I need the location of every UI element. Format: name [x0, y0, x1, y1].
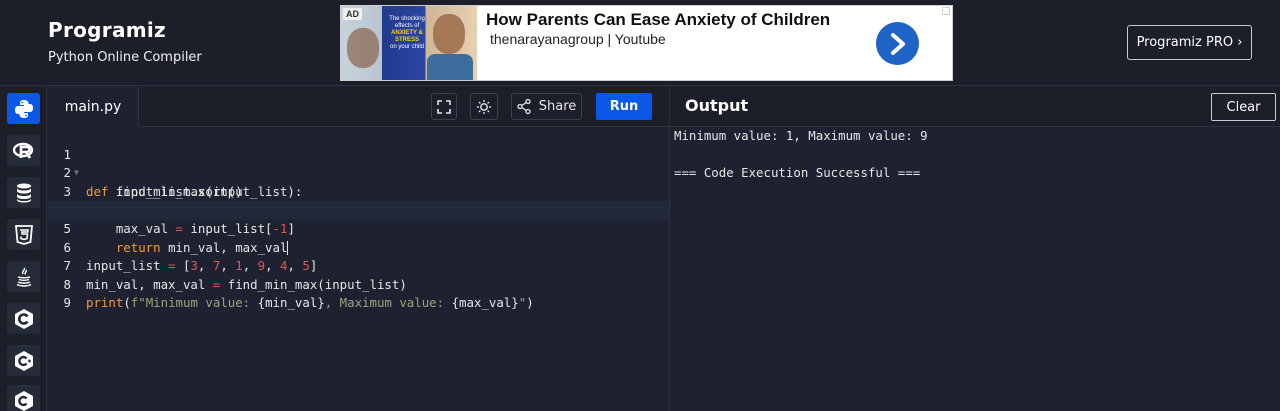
- sidebar-item-cpp[interactable]: [7, 345, 40, 376]
- sidebar-item-r[interactable]: [7, 135, 40, 166]
- sidebar-item-java[interactable]: [7, 261, 40, 292]
- ad-thumbnail: The shocking effects of ANXIETY & STRESS…: [341, 6, 477, 80]
- line-number: 9: [63, 295, 71, 311]
- cpp-icon: [14, 350, 33, 371]
- sidebar-item-c[interactable]: [7, 303, 40, 334]
- code-line[interactable]: 3 min_val = input_list[0]: [48, 164, 669, 218]
- advertisement-banner[interactable]: The shocking effects of ANXIETY & STRESS…: [340, 5, 953, 81]
- database-icon: [16, 183, 31, 202]
- ad-title[interactable]: How Parents Can Ease Anxiety of Children: [486, 10, 830, 30]
- sun-icon: [477, 99, 491, 114]
- csharp-icon: [14, 390, 33, 411]
- language-sidebar: [0, 87, 47, 411]
- python-icon: [14, 99, 33, 118]
- fullscreen-button[interactable]: [431, 93, 457, 120]
- code-line[interactable]: 2 input_list.sort(): [48, 146, 669, 199]
- ad-source: thenarayanagroup | Youtube: [490, 31, 666, 47]
- r-icon: [12, 142, 33, 159]
- sidebar-item-sql[interactable]: [7, 177, 40, 208]
- editor-toolbar: main.py Share Run: [48, 87, 669, 127]
- ad-open-button[interactable]: [876, 22, 919, 65]
- share-label: Share: [538, 99, 577, 114]
- compiler-subtitle: Python Online Compiler: [48, 50, 202, 65]
- ad-info-icon[interactable]: [942, 7, 950, 15]
- file-tab-main-py[interactable]: main.py: [48, 87, 139, 127]
- code-line[interactable]: 7 min_val, max_val = find_min_max(input_…: [48, 239, 669, 292]
- clear-button[interactable]: Clear: [1211, 93, 1276, 121]
- code-line[interactable]: 6 input_list = [3, 7, 1, 9, 4, 5]: [48, 220, 669, 274]
- code-line-current[interactable]: 5 return min_val, max_val: [48, 201, 669, 256]
- programiz-pro-button[interactable]: Programiz PRO ›: [1127, 25, 1252, 60]
- output-toolbar: Output Clear: [670, 87, 1280, 127]
- code-line[interactable]: 8 print(f"Minimum value: {min_val}, Maxi…: [48, 257, 669, 311]
- html5-icon: [14, 224, 33, 245]
- java-icon: [16, 267, 31, 287]
- thumbnail-shirt: [427, 54, 473, 80]
- share-icon: [517, 99, 531, 114]
- fullscreen-icon: [437, 99, 451, 114]
- ad-label: AD: [343, 8, 362, 20]
- thumbnail-caption-highlight: ANXIETY & STRESS: [391, 30, 423, 43]
- code-line[interactable]: 1 ▼ def find_min_max(input_list):: [48, 127, 669, 199]
- output-line: Minimum value: 1, Maximum value: 9: [674, 128, 928, 143]
- thumbnail-person-right: [433, 14, 465, 54]
- run-button[interactable]: Run: [596, 93, 652, 120]
- code-text: print(f"Minimum value: {min_val}, Maximu…: [86, 295, 534, 311]
- c-icon: [14, 308, 33, 329]
- chevron-right-icon: [890, 32, 905, 55]
- code-line[interactable]: 4 max_val = input_list[-1]: [48, 183, 669, 236]
- code-editor-panel: main.py Share Run 1 ▼ def find_min_max(i…: [48, 87, 669, 411]
- output-title: Output: [685, 96, 749, 115]
- code-line[interactable]: 9: [48, 276, 669, 310]
- programiz-logo[interactable]: Programiz: [48, 18, 166, 42]
- sidebar-item-csharp[interactable]: [7, 385, 40, 411]
- thumbnail-caption-top: The shocking effects of: [389, 16, 425, 29]
- code-area[interactable]: 1 ▼ def find_min_max(input_list): 2 inpu…: [48, 127, 669, 411]
- thumbnail-caption: The shocking effects of ANXIETY & STRESS…: [387, 16, 427, 51]
- sidebar-item-html[interactable]: [7, 219, 40, 250]
- share-button[interactable]: Share: [511, 93, 582, 120]
- thumbnail-person-left: [347, 28, 379, 68]
- thumbnail-caption-bottom: on your child: [389, 44, 425, 50]
- output-line: === Code Execution Successful ===: [674, 165, 921, 181]
- output-panel: Output Clear Minimum value: 1, Maximum v…: [669, 87, 1280, 411]
- theme-toggle-button[interactable]: [470, 93, 498, 120]
- sidebar-item-python[interactable]: [7, 93, 40, 124]
- top-header: Programiz Python Online Compiler The sho…: [0, 0, 1280, 86]
